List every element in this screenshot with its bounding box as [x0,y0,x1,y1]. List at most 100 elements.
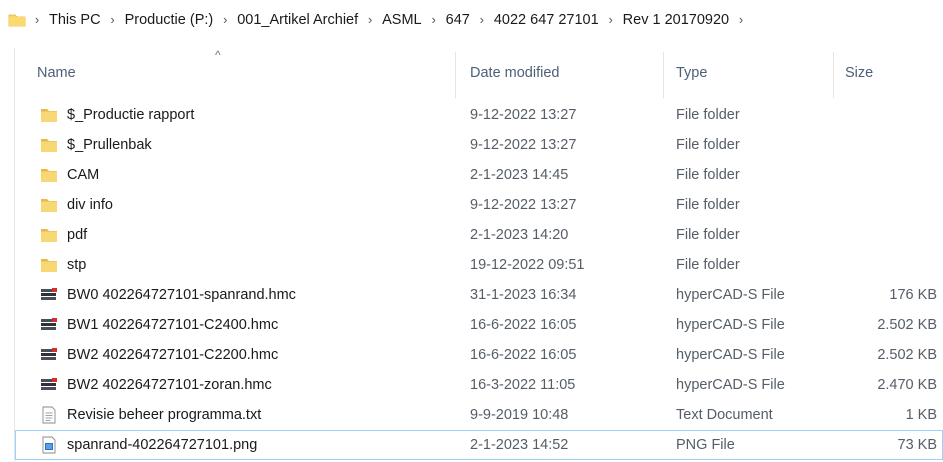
file-name-cell[interactable]: BW0 402264727101-spanrand.hmc [39,280,296,310]
file-type: File folder [676,107,740,123]
column-header-name[interactable]: Name [37,48,76,98]
file-name: stp [67,257,87,273]
file-name: spanrand-402264727101.png [67,437,258,453]
file-row[interactable]: pdf 2-1-2023 14:20 File folder [15,220,943,250]
file-name-cell[interactable]: $_Prullenbak [39,130,152,160]
file-row[interactable]: $_Productie rapport 9-12-2022 13:27 File f… [15,100,943,130]
breadcrumb-item[interactable]: 001_Artikel Archief [236,12,359,28]
breadcrumb-item[interactable]: 647 [445,12,471,28]
file-size: 176 KB [889,287,937,303]
file-row[interactable]: stp 19-12-2022 09:51 File folder [15,250,943,280]
file-date-modified: 16-6-2022 16:05 [470,347,577,363]
column-header-date[interactable]: Date modified [470,48,559,98]
column-header-type-label: Type [676,65,708,81]
file-name-cell[interactable]: CAM [39,160,99,190]
folder-icon [41,139,57,152]
file-name: BW1 402264727101-C2400.hmc [67,317,279,333]
png-file-icon [42,436,56,454]
sort-ascending-icon: ^ [215,48,221,62]
file-type: File folder [676,137,740,153]
file-type: File folder [676,227,740,243]
column-header-type[interactable]: Type [676,48,707,98]
file-row[interactable]: Revisie beheer programma.txt 9-9-2019 10:… [15,400,943,430]
file-date-modified: 19-12-2022 09:51 [470,257,585,273]
file-row[interactable]: CAM 2-1-2023 14:45 File folder [15,160,943,190]
breadcrumb-item[interactable]: Rev 1 20170920 [622,12,730,28]
breadcrumb: › This PC › Productie (P:) › 001_Artikel Arch… [26,12,752,28]
file-row[interactable]: div info 9-12-2022 13:27 File folder [15,190,943,220]
file-type: Text Document [676,407,773,423]
file-row[interactable]: $_Prullenbak 9-12-2022 13:27 File folder [15,130,943,160]
breadcrumb-item[interactable]: Productie (P:) [124,12,215,28]
file-size: 73 KB [897,437,938,453]
folder-icon [8,14,26,27]
file-date-modified: 9-12-2022 13:27 [470,137,577,153]
breadcrumb-separator-icon[interactable]: › [214,12,236,27]
file-name-cell[interactable]: div info [39,190,113,220]
file-date-modified: 31-1-2023 16:34 [470,287,577,303]
file-type: hyperCAD-S File [676,347,785,363]
address-bar[interactable]: › This PC › Productie (P:) › 001_Artikel Arch… [0,0,943,41]
hypercad-file-icon [41,318,57,330]
breadcrumb-separator-icon[interactable]: › [26,12,48,27]
hypercad-file-icon [41,378,57,390]
file-name: $_Productie rapport [67,107,195,123]
breadcrumb-item[interactable]: This PC [48,12,102,28]
file-name: BW2 402264727101-C2200.hmc [67,347,279,363]
breadcrumb-separator-icon[interactable]: › [471,12,493,27]
column-header-size-label: Size [845,65,874,81]
file-name: $_Prullenbak [67,137,152,153]
file-date-modified: 16-6-2022 16:05 [470,317,577,333]
file-type: PNG File [676,437,735,453]
file-date-modified: 16-3-2022 11:05 [470,377,576,393]
file-name: BW2 402264727101-zoran.hmc [67,377,272,393]
hypercad-file-icon [41,288,57,300]
breadcrumb-item[interactable]: ASML [381,12,423,28]
file-row[interactable]: BW2 402264727101-zoran.hmc 16-3-2022 11:0… [15,370,943,400]
file-size: 2.502 KB [877,347,937,363]
folder-icon [41,169,57,182]
breadcrumb-separator-icon[interactable]: › [102,12,124,27]
file-size: 2.502 KB [877,317,937,333]
hypercad-file-icon [41,348,57,360]
file-name-cell[interactable]: Revisie beheer programma.txt [39,400,261,430]
file-type: File folder [676,197,740,213]
file-name: CAM [67,167,100,183]
file-name-cell[interactable]: BW2 402264727101-zoran.hmc [39,370,272,400]
breadcrumb-separator-icon[interactable]: › [600,12,622,27]
file-name: Revisie beheer programma.txt [67,407,262,423]
breadcrumb-item[interactable]: 4022 647 27101 [493,12,600,28]
folder-icon [41,199,57,212]
file-date-modified: 2-1-2023 14:45 [470,167,569,183]
column-divider[interactable] [833,52,834,98]
file-type: File folder [676,257,740,273]
file-name-cell[interactable]: stp [39,250,86,280]
file-row[interactable]: spanrand-402264727101.png 2-1-2023 14:52 P… [15,430,943,460]
column-divider[interactable] [663,52,664,98]
file-type: File folder [676,167,740,183]
folder-icon [41,109,57,122]
file-name-cell[interactable]: spanrand-402264727101.png [39,430,257,460]
file-name-cell[interactable]: $_Productie rapport [39,100,194,130]
file-type: hyperCAD-S File [676,287,785,303]
file-row[interactable]: BW1 402264727101-C2400.hmc 16-6-2022 16:0… [15,310,943,340]
navigation-pane-edge [0,48,15,462]
column-header-size[interactable]: Size [845,48,873,98]
column-divider[interactable] [455,52,456,98]
file-type: hyperCAD-S File [676,377,785,393]
file-date-modified: 9-12-2022 13:27 [470,197,577,213]
file-name: BW0 402264727101-spanrand.hmc [67,287,296,303]
file-name-cell[interactable]: BW2 402264727101-C2200.hmc [39,340,278,370]
breadcrumb-separator-icon[interactable]: › [730,12,752,27]
file-row[interactable]: BW0 402264727101-spanrand.hmc 31-1-2023 1… [15,280,943,310]
folder-icon [41,229,57,242]
file-row[interactable]: BW2 402264727101-C2200.hmc 16-6-2022 16:0… [15,340,943,370]
file-name: pdf [67,227,88,243]
file-name-cell[interactable]: BW1 402264727101-C2400.hmc [39,310,278,340]
file-explorer-window: › This PC › Productie (P:) › 001_Artikel Arch… [0,0,943,462]
breadcrumb-separator-icon[interactable]: › [359,12,381,27]
breadcrumb-separator-icon[interactable]: › [423,12,445,27]
file-date-modified: 2-1-2023 14:52 [470,437,569,453]
file-size: 1 KB [905,407,937,423]
file-name-cell[interactable]: pdf [39,220,87,250]
